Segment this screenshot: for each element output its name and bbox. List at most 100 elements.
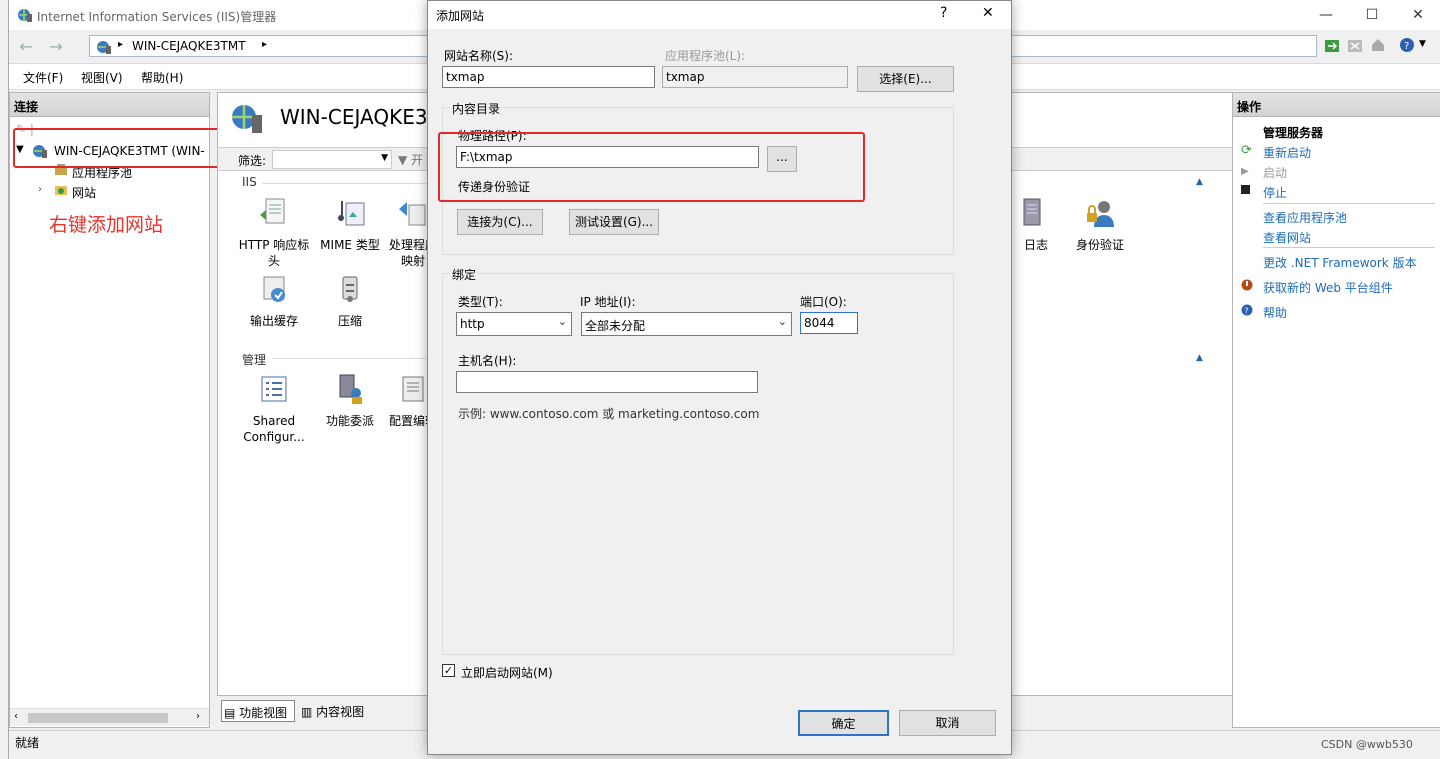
dialog-help-button[interactable]: ?: [940, 5, 947, 21]
type-select[interactable]: http ⌄: [456, 312, 572, 336]
dialog-close-button[interactable]: ✕: [982, 5, 994, 21]
annotation-text: 右键添加网站: [49, 214, 164, 236]
tab-content-label: 内容视图: [316, 705, 365, 719]
feature-authentication[interactable]: 身份验证: [1062, 197, 1138, 253]
scroll-right-icon[interactable]: ›: [196, 711, 200, 722]
ip-value: 全部未分配: [585, 319, 646, 333]
restart-icon: ⟳: [1241, 143, 1252, 158]
scroll-left-icon[interactable]: ‹: [14, 711, 18, 722]
content-dir-title: 内容目录: [450, 100, 503, 117]
section-manage: 管理: [242, 353, 267, 367]
feature-label: 输出缓存: [249, 314, 298, 328]
dialog-title: 添加网站: [436, 9, 485, 23]
action-start: 启动: [1263, 166, 1288, 180]
svg-text:?: ?: [1404, 41, 1409, 52]
tab-features-label: 功能视图: [239, 706, 288, 720]
connections-panel: 连接 ✎ | ▼ WIN-CEJAQKE3TMT (WIN- 应用程序池 › 网…: [9, 92, 210, 728]
filter-go-button[interactable]: ▼ 开: [398, 151, 423, 168]
start-icon: ▶: [1241, 166, 1249, 177]
output-cache-icon: [263, 276, 285, 302]
feature-delegation[interactable]: 功能委派: [312, 373, 388, 429]
feature-label: MIME 类型: [320, 238, 380, 252]
action-view-pools[interactable]: 查看应用程序池: [1263, 209, 1347, 226]
action-get-web[interactable]: 获取新的 Web 平台组件: [1263, 279, 1393, 296]
feature-mime-types[interactable]: MIME 类型: [312, 197, 388, 253]
action-view-sites[interactable]: 查看网站: [1263, 229, 1311, 246]
delegation-icon: [339, 374, 362, 404]
horizontal-scrollbar[interactable]: ‹ ›: [10, 708, 209, 726]
help-dropdown-icon[interactable]: ▼: [1419, 39, 1426, 49]
feature-compression[interactable]: 压缩: [312, 273, 388, 329]
site-name-input[interactable]: txmap: [442, 66, 655, 88]
tab-features-view[interactable]: ▤ 功能视图: [221, 700, 295, 722]
tab-content-view[interactable]: ▥ 内容视图: [299, 700, 379, 722]
help-icon[interactable]: ?: [1399, 37, 1415, 53]
scroll-thumb[interactable]: [28, 713, 168, 723]
menu-view[interactable]: 视图(V): [81, 69, 123, 86]
minimize-button[interactable]: —: [1303, 0, 1349, 30]
connect-as-button[interactable]: 连接为(C)...: [457, 209, 543, 235]
status-text: 就绪: [15, 736, 40, 750]
cancel-button[interactable]: 取消: [899, 710, 996, 736]
action-stop[interactable]: 停止: [1263, 184, 1287, 201]
refresh-icon[interactable]: [1324, 38, 1340, 54]
stop-icon[interactable]: [1347, 38, 1363, 54]
tree-expand-sites-icon[interactable]: ›: [38, 184, 42, 195]
content-view-icon: ▥: [301, 705, 313, 719]
close-window-button[interactable]: ✕: [1395, 0, 1440, 30]
port-input[interactable]: 8044: [800, 312, 858, 334]
back-icon[interactable]: ←: [13, 35, 39, 61]
feature-shared-config[interactable]: Shared Configur...: [236, 373, 312, 445]
action-restart[interactable]: 重新启动: [1263, 144, 1311, 161]
maximize-button[interactable]: ☐: [1349, 0, 1395, 30]
menu-help[interactable]: 帮助(H): [141, 69, 183, 86]
start-now-label: 立即启动网站(M): [461, 666, 553, 680]
watermark-text: CSDN @wwb530: [1321, 738, 1413, 751]
action-change-net[interactable]: 更改 .NET Framework 版本: [1263, 254, 1417, 271]
ok-button[interactable]: 确定: [798, 710, 889, 736]
action-help[interactable]: 帮助: [1263, 304, 1287, 321]
web-platform-icon: [1241, 279, 1253, 291]
tree-sites[interactable]: 网站: [72, 184, 96, 201]
test-settings-button[interactable]: 测试设置(G)...: [569, 209, 659, 235]
breadcrumb-server[interactable]: WIN-CEJAQKE3TMT: [132, 39, 246, 53]
section-divider: [262, 183, 432, 184]
feature-label: Shared Configur...: [243, 414, 305, 444]
page-title: WIN-CEJAQKE3T: [280, 105, 440, 129]
feature-label: 压缩: [337, 314, 362, 328]
physical-path-highlight: [438, 132, 865, 202]
host-label: 主机名(H):: [458, 354, 517, 368]
manage-server-title: 管理服务器: [1263, 126, 1324, 140]
host-input[interactable]: [456, 371, 758, 393]
feature-http-headers[interactable]: HTTP 响应标头: [236, 197, 312, 269]
breadcrumb-separator: ▸: [118, 39, 124, 50]
server-large-icon: [232, 105, 262, 133]
filter-input[interactable]: ▼: [272, 150, 392, 169]
actions-panel: 操作 管理服务器 ⟳ 重新启动 ▶ 启动 停止 查看应用程序池 查看网站 更改 …: [1232, 92, 1440, 728]
menu-file[interactable]: 文件(F): [23, 69, 63, 86]
forward-icon[interactable]: →: [43, 35, 69, 61]
type-value: http: [460, 317, 485, 331]
ip-select[interactable]: 全部未分配 ⌄: [581, 312, 792, 336]
section-iis: IIS: [242, 175, 257, 189]
authentication-icon: [1087, 201, 1114, 227]
svg-text:?: ?: [1244, 307, 1248, 316]
handler-mappings-icon: [399, 202, 426, 226]
server-node-highlight: [13, 128, 233, 168]
breadcrumb-separator-end: ▸: [262, 39, 268, 50]
start-now-checkbox[interactable]: ✓: [442, 664, 455, 677]
mime-types-icon: [338, 201, 365, 226]
chevron-down-icon: ⌄: [777, 315, 787, 328]
add-website-dialog: 添加网站 ? ✕ 网站名称(S): txmap 应用程序池(L): txmap …: [427, 0, 1012, 755]
select-pool-button[interactable]: 选择(E)...: [857, 66, 954, 92]
shared-config-icon: [261, 376, 287, 402]
feature-output-cache[interactable]: 输出缓存: [236, 273, 312, 329]
divider: [1263, 247, 1435, 248]
home-icon[interactable]: [1370, 37, 1386, 53]
collapse-iis-icon[interactable]: ▲: [1196, 177, 1203, 187]
collapse-manage-icon[interactable]: ▲: [1196, 353, 1203, 363]
logging-icon: [1023, 198, 1041, 226]
features-view-icon: ▤: [224, 706, 236, 720]
section-divider: [272, 358, 432, 359]
compression-icon: [342, 276, 358, 302]
